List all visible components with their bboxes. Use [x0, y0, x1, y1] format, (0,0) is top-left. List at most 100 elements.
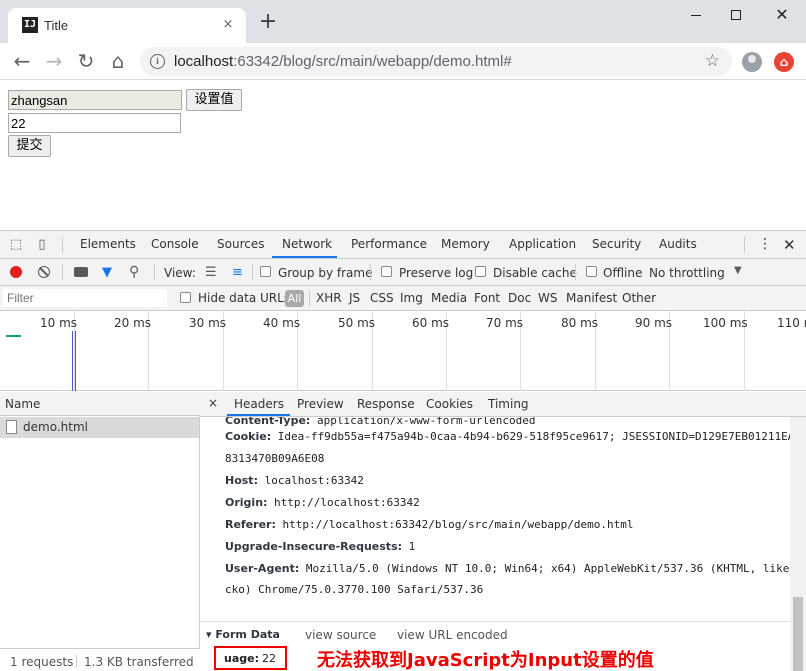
close-detail-icon[interactable]: ×: [208, 396, 218, 410]
home-icon[interactable]: ⌂: [106, 49, 130, 73]
more-options-icon[interactable]: ⋮: [758, 236, 772, 252]
header-line: Upgrade-Insecure-Requests: 1: [225, 540, 416, 553]
detail-scrollbar[interactable]: [790, 417, 806, 671]
window-maximize-icon[interactable]: [716, 4, 756, 26]
request-row[interactable]: demo.html: [0, 417, 199, 438]
search-icon[interactable]: ⚲: [129, 264, 139, 280]
large-rows-icon[interactable]: ☰: [205, 265, 217, 280]
filter-type-xhr[interactable]: XHR: [316, 291, 342, 305]
hide-data-urls-checkbox[interactable]: [180, 292, 191, 303]
timeline-tick-label: 70 ms: [486, 316, 524, 330]
tab-audits[interactable]: Audits: [659, 237, 697, 251]
active-tab-indicator: [272, 256, 337, 258]
extension-icon[interactable]: ⌂: [774, 52, 794, 72]
request-name: demo.html: [23, 420, 88, 434]
filter-input[interactable]: [3, 289, 167, 307]
new-tab-icon[interactable]: +: [256, 11, 280, 35]
scrollbar-thumb[interactable]: [793, 597, 803, 671]
filter-type-img[interactable]: Img: [400, 291, 423, 305]
forward-icon[interactable]: →: [42, 49, 66, 73]
tab-cookies[interactable]: Cookies: [426, 397, 473, 411]
network-status-bar: 1 requests 1.3 KB transferred: [0, 648, 200, 671]
request-list-header: Name: [0, 392, 200, 416]
address-bar[interactable]: i localhost:63342/blog/src/main/webapp/d…: [140, 47, 732, 76]
browser-tab[interactable]: IJ Title ×: [8, 8, 246, 43]
filter-type-font[interactable]: Font: [474, 291, 500, 305]
timeline-tick-label: 80 ms: [561, 316, 599, 330]
page-content: 设置值 提交: [0, 81, 806, 229]
back-icon[interactable]: ←: [10, 49, 34, 73]
view-source-link[interactable]: view source: [305, 628, 376, 642]
tab-elements[interactable]: Elements: [80, 237, 136, 251]
timeline-tick-label: 110 ms: [777, 316, 806, 330]
record-icon[interactable]: [10, 266, 22, 278]
filter-type-manifest[interactable]: Manifest: [566, 291, 617, 305]
form-data-section: ▾ Form Data view source view URL encoded…: [200, 621, 790, 671]
filter-type-css[interactable]: CSS: [370, 291, 394, 305]
filter-type-media[interactable]: Media: [431, 291, 467, 305]
filter-type-doc[interactable]: Doc: [508, 291, 531, 305]
devtools-tab-bar: ⬚ ▯ Elements Console Sources Network Per…: [0, 231, 806, 259]
request-count: 1 requests: [10, 655, 74, 669]
filter-funnel-icon[interactable]: ▼: [102, 265, 112, 280]
active-detail-tab-indicator: [227, 414, 290, 416]
clear-icon[interactable]: [38, 266, 50, 278]
form-data-title[interactable]: ▾ Form Data: [206, 628, 280, 641]
name-column-header[interactable]: Name: [5, 397, 40, 411]
filter-type-ws[interactable]: WS: [538, 291, 557, 305]
offline-checkbox[interactable]: [586, 266, 597, 277]
timeline-tick-label: 60 ms: [412, 316, 450, 330]
request-headers: Content-Type: application/x-www-form-url…: [200, 417, 790, 622]
timeline-tick-label: 100 ms: [703, 316, 748, 330]
tab-security[interactable]: Security: [592, 237, 641, 251]
tab-application[interactable]: Application: [509, 237, 576, 251]
screenshot-camera-icon[interactable]: [74, 267, 88, 277]
bookmark-star-icon[interactable]: ☆: [705, 51, 720, 71]
overview-icon[interactable]: ≡: [232, 265, 243, 280]
group-by-frame-label: Group by frame: [278, 266, 373, 280]
form-data-value: 22: [262, 652, 276, 665]
device-toolbar-icon[interactable]: ▯: [34, 237, 50, 253]
chevron-down-icon[interactable]: ▼: [734, 265, 742, 276]
transfer-size: 1.3 KB transferred: [84, 655, 194, 669]
tab-title: Title: [44, 18, 69, 33]
tab-response[interactable]: Response: [357, 397, 415, 411]
form-data-key: uage:: [224, 652, 259, 665]
inspect-element-icon[interactable]: ⬚: [8, 237, 24, 253]
hide-data-urls-label: Hide data URLs: [198, 291, 291, 305]
filter-type-js[interactable]: JS: [349, 291, 360, 305]
name-input[interactable]: [8, 90, 182, 110]
age-input[interactable]: [8, 113, 181, 133]
devtools-panel: ⬚ ▯ Elements Console Sources Network Per…: [0, 230, 806, 671]
timeline-tick-label: 50 ms: [338, 316, 376, 330]
tab-timing[interactable]: Timing: [488, 397, 529, 411]
tab-sources[interactable]: Sources: [217, 237, 264, 251]
group-by-frame-checkbox[interactable]: [260, 266, 271, 277]
view-url-encoded-link[interactable]: view URL encoded: [397, 628, 508, 642]
filter-type-other[interactable]: Other: [622, 291, 656, 305]
disable-cache-checkbox[interactable]: [475, 266, 486, 277]
timeline-tick-label: 30 ms: [189, 316, 227, 330]
tab-network[interactable]: Network: [282, 237, 332, 251]
window-minimize-icon[interactable]: [676, 4, 716, 26]
info-icon[interactable]: i: [150, 54, 165, 69]
submit-button[interactable]: 提交: [8, 135, 51, 157]
tab-preview[interactable]: Preview: [297, 397, 344, 411]
tab-memory[interactable]: Memory: [441, 237, 490, 251]
close-devtools-icon[interactable]: ✕: [783, 236, 796, 254]
tab-performance[interactable]: Performance: [351, 237, 427, 251]
set-value-button[interactable]: 设置值: [186, 89, 242, 111]
preserve-log-checkbox[interactable]: [381, 266, 392, 277]
url-text[interactable]: localhost:63342/blog/src/main/webapp/dem…: [174, 53, 512, 70]
tab-console[interactable]: Console: [151, 237, 199, 251]
throttling-select[interactable]: No throttling: [649, 266, 725, 280]
tab-strip: IJ Title × + ✕: [0, 0, 806, 43]
reload-icon[interactable]: ↻: [74, 49, 98, 73]
tab-headers[interactable]: Headers: [234, 397, 284, 411]
window-close-icon[interactable]: ✕: [762, 4, 802, 26]
network-overview-timeline[interactable]: 10 ms 20 ms 30 ms 40 ms 50 ms 60 ms 70 m…: [0, 311, 806, 391]
tab-close-icon[interactable]: ×: [218, 15, 238, 35]
request-list: Name demo.html 1 requests 1.3 KB transfe…: [0, 392, 200, 671]
filter-type-all[interactable]: All: [285, 290, 304, 307]
profile-avatar-icon[interactable]: [742, 52, 762, 72]
